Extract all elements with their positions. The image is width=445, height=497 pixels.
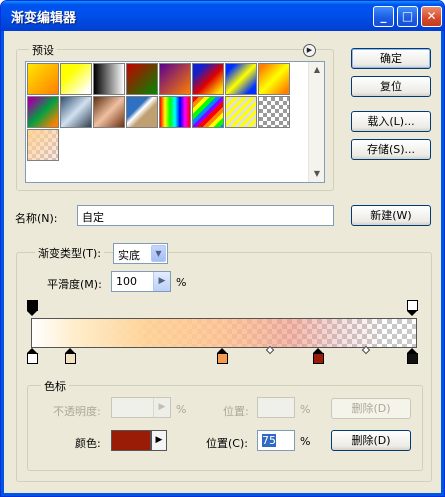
maximize-icon: □ (401, 9, 414, 23)
title-bar[interactable]: 渐变编辑器 _ □ ✕ (1, 1, 444, 31)
gradient-type-value: 实底 (118, 249, 140, 262)
load-button[interactable]: 载入(L)... (351, 111, 431, 132)
color-stop-5[interactable] (407, 348, 418, 364)
opacity-location-label: 位置: (223, 405, 249, 418)
play-icon: ▶ (306, 46, 313, 54)
minimize-icon: _ (380, 9, 387, 23)
opacity-label: 不透明度: (53, 405, 101, 418)
save-button[interactable]: 存储(S)... (351, 139, 431, 160)
smoothness-label: 平滑度(M): (47, 278, 102, 291)
gradient-type-label: 渐变类型(T): (35, 245, 105, 261)
play-icon: ▶ (155, 435, 163, 445)
location-input[interactable]: 75 (257, 430, 295, 451)
preset-swatch-spectrum[interactable] (159, 96, 191, 128)
preset-swatch-yellow-transparent[interactable] (60, 63, 92, 95)
preset-swatch-black-white[interactable] (93, 63, 125, 95)
color-stop-4[interactable] (313, 348, 324, 364)
scroll-up-icon[interactable]: ▲ (310, 63, 324, 77)
smoothness-value: 100 (116, 275, 137, 288)
preset-swatch-custom[interactable] (27, 129, 59, 161)
gradient-preview-bar[interactable] (31, 318, 417, 348)
gradient-type-select[interactable]: 实底 ▼ (113, 243, 168, 264)
presets-scrollbar[interactable]: ▲ ▼ (308, 62, 324, 182)
close-button[interactable]: ✕ (421, 6, 442, 27)
preset-swatch-neutral-density[interactable] (258, 96, 290, 128)
opacity-stop-right[interactable] (407, 300, 418, 316)
opacity-stop-left[interactable] (27, 300, 38, 316)
maximize-button[interactable]: □ (397, 6, 418, 27)
preset-swatch-yellow-orange[interactable] (27, 63, 59, 95)
new-button[interactable]: 新建(W) (351, 205, 431, 226)
scroll-down-icon[interactable]: ▼ (310, 167, 324, 181)
color-stop-1[interactable] (27, 348, 38, 364)
opacity-slider-arrow-icon: ▶ (153, 398, 170, 417)
opacity-location-unit: % (300, 403, 311, 416)
preset-swatch-violet-green-orange[interactable] (27, 96, 59, 128)
opacity-location-input (257, 397, 295, 418)
presets-label: 预设 (29, 42, 57, 58)
smoothness-slider-arrow-icon[interactable]: ▶ (153, 272, 170, 291)
preset-swatch-violet-orange[interactable] (159, 63, 191, 95)
color-label: 颜色: (75, 437, 101, 450)
preset-swatch-steel-bar[interactable] (60, 96, 92, 128)
location-label: 位置(C): (206, 437, 248, 450)
location-value: 75 (262, 434, 276, 447)
preset-swatch-orange-yellow-orange[interactable] (258, 63, 290, 95)
color-stop-3[interactable] (217, 348, 228, 364)
chevron-down-icon: ▼ (151, 245, 166, 262)
preset-swatch-transparent-rainbow[interactable] (192, 96, 224, 128)
location-unit: % (300, 435, 311, 448)
presets-grid: ▲ ▼ (25, 61, 325, 183)
stops-group-label: 色标 (41, 378, 69, 394)
window-title: 渐变编辑器 (11, 11, 77, 26)
color-stop-2[interactable] (65, 348, 76, 364)
color-swatch[interactable] (111, 430, 151, 451)
presets-menu-button[interactable]: ▶ (303, 44, 316, 57)
ok-button[interactable]: 确定 (351, 48, 431, 69)
opacity-input: ▶ (111, 397, 171, 418)
preset-swatch-copper[interactable] (93, 96, 125, 128)
gradient-editor-window: 渐变编辑器 _ □ ✕ 预设 ▶ ▲ ▼ 确定 复位 载入(L)... 存储(S… (0, 0, 445, 497)
opacity-unit: % (176, 403, 187, 416)
delete-opacity-stop-button: 删除(D) (331, 398, 411, 419)
name-label: 名称(N): (15, 212, 58, 225)
minimize-button[interactable]: _ (373, 6, 394, 27)
reset-button[interactable]: 复位 (351, 76, 431, 97)
preset-swatch-chrome[interactable] (126, 96, 158, 128)
color-options-button[interactable]: ▶ (151, 430, 167, 451)
name-input[interactable]: 自定 (77, 205, 334, 226)
delete-color-stop-button[interactable]: 删除(D) (331, 430, 411, 451)
preset-swatch-blue-red-yellow[interactable] (192, 63, 224, 95)
preset-swatch-blue-yellow-blue[interactable] (225, 63, 257, 95)
preset-swatch-red-green[interactable] (126, 63, 158, 95)
preset-swatch-transparent-stripes[interactable] (225, 96, 257, 128)
smoothness-input[interactable]: 100 ▶ (111, 271, 171, 292)
smoothness-unit: % (176, 276, 187, 289)
close-icon: ✕ (426, 9, 437, 23)
